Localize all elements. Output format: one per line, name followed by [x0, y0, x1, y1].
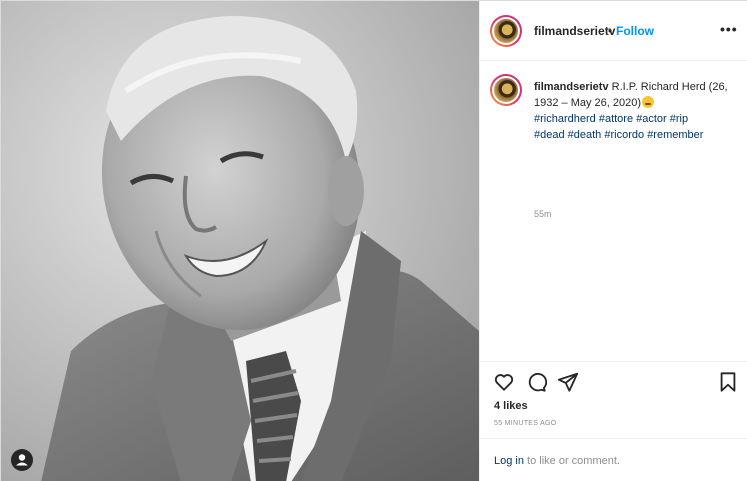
caption-timestamp[interactable]: 55m [534, 209, 552, 219]
login-prompt: Log in to like or comment. [494, 455, 620, 467]
sad-face-emoji-icon [642, 96, 655, 108]
username-link[interactable]: filmandserietv [534, 24, 615, 38]
caption-avatar[interactable] [490, 74, 522, 106]
caption: filmandserietv R.I.P. Richard Herd (26, … [534, 79, 734, 111]
user-tag-icon[interactable] [11, 449, 33, 471]
portrait-image [1, 1, 479, 481]
hashtag-link[interactable]: #ricordo [604, 129, 644, 141]
instagram-post-modal: filmandserietv • Follow ••• filmandserie… [0, 0, 747, 481]
bookmark-icon[interactable] [717, 371, 739, 393]
follow-separator: • [608, 24, 613, 38]
follow-button[interactable]: Follow [616, 24, 654, 38]
login-link[interactable]: Log in [494, 455, 524, 467]
comment-bar: Log in to like or comment. [480, 438, 747, 481]
post-side-panel: filmandserietv • Follow ••• filmandserie… [479, 1, 747, 481]
avatar[interactable] [490, 15, 522, 47]
caption-area: filmandserietv R.I.P. Richard Herd (26, … [480, 62, 747, 360]
hashtag-link[interactable]: #dead [534, 129, 565, 141]
post-photo[interactable] [1, 1, 479, 481]
more-options-icon[interactable]: ••• [720, 21, 738, 37]
post-header: filmandserietv • Follow ••• [480, 1, 747, 61]
share-icon[interactable] [557, 371, 579, 393]
hashtag-link[interactable]: #attore [599, 113, 633, 125]
login-prompt-text: to like or comment. [527, 455, 620, 467]
hashtag-link[interactable]: #death [568, 129, 602, 141]
hashtag-link[interactable]: #richardherd [534, 113, 596, 125]
post-timestamp[interactable]: 55 MINUTES AGO [494, 420, 557, 427]
post-actions: 4 likes 55 MINUTES AGO [480, 361, 747, 438]
heart-icon[interactable] [493, 371, 515, 393]
hashtag-link[interactable]: #actor [636, 113, 667, 125]
hashtag-link[interactable]: #rip [670, 113, 688, 125]
comment-icon[interactable] [525, 371, 547, 393]
hashtag-list: #richardherd #attore #actor #rip #dead #… [534, 111, 734, 143]
likes-count[interactable]: 4 likes [494, 400, 528, 412]
caption-username[interactable]: filmandserietv [534, 81, 609, 93]
hashtag-link[interactable]: #remember [647, 129, 703, 141]
